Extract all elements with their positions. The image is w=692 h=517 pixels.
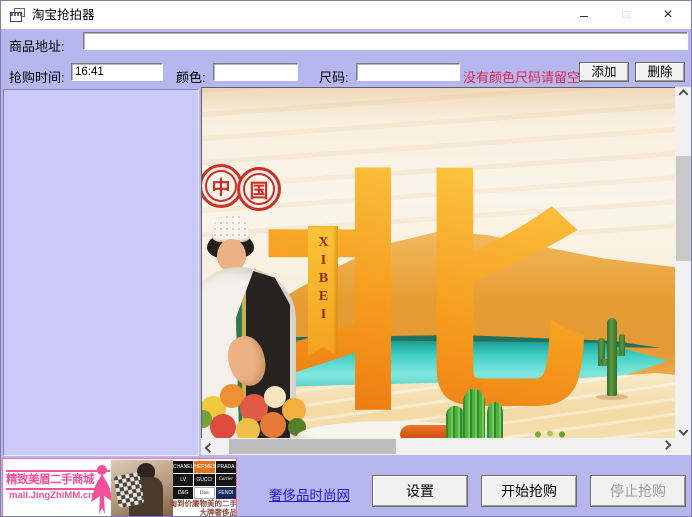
scroll-down-arrow[interactable]: [675, 421, 691, 438]
luxury-site-link[interactable]: 奢侈品时尚网: [269, 484, 350, 504]
scroll-left-arrow[interactable]: [201, 438, 218, 455]
product-address-label: 商品地址:: [9, 39, 65, 54]
scroll-up-arrow[interactable]: [675, 87, 691, 104]
purchase-time-label: 抢购时间:: [9, 70, 65, 85]
brand-logo: FENDI: [215, 487, 236, 499]
brand-logo: D&G: [173, 487, 194, 499]
flower-bouquet: [202, 376, 319, 438]
start-purchase-button[interactable]: 开始抢购: [481, 475, 577, 507]
app-window: 淘宝抢拍器 – □ × 商品地址: 抢购时间: 颜色: 尺码: 没有颜色尺码请留…: [0, 0, 692, 517]
brand-logo: CHANEL: [173, 461, 194, 473]
title-bar: 淘宝抢拍器 – □ ×: [1, 1, 691, 29]
vertical-scroll-thumb[interactable]: [676, 156, 691, 261]
window-controls: – □ ×: [563, 1, 689, 29]
brand-logos-grid: CHANEL HERMES PRADA LV GUCCI Cartier D&G…: [173, 461, 236, 499]
empty-hint-text: 没有颜色尺码请留空: [463, 70, 581, 85]
app-window-icon: [10, 8, 26, 22]
maximize-button: □: [622, 9, 630, 21]
product-address-input[interactable]: [83, 32, 688, 50]
size-label: 尺码:: [319, 70, 349, 85]
brand-logo: Cartier: [215, 474, 236, 486]
ad-banner-caption: 淘到价廉物美的二手 大牌奢侈品: [169, 499, 237, 517]
brand-logo: Dior: [194, 487, 215, 499]
scrollbar-corner: [675, 438, 691, 455]
brand-logo: GUCCI: [194, 474, 215, 486]
horizontal-scrollbar: [201, 438, 675, 455]
delete-button[interactable]: 删除: [635, 62, 685, 82]
stamp-guo: 国: [237, 167, 281, 211]
tall-cactus: [596, 318, 628, 400]
settings-button[interactable]: 设置: [372, 475, 468, 507]
stop-purchase-button: 停止抢购: [590, 475, 686, 507]
size-input[interactable]: [356, 63, 460, 81]
task-listbox[interactable]: [3, 89, 199, 456]
brand-logo: HERMES: [194, 461, 215, 473]
product-image-preview: 北 XIBEI 中 国: [201, 87, 675, 438]
scroll-right-arrow[interactable]: [658, 438, 675, 455]
desert-grass: [530, 429, 570, 438]
purchase-time-input[interactable]: [71, 63, 163, 81]
color-input[interactable]: [213, 63, 298, 81]
add-button[interactable]: 添加: [579, 62, 629, 82]
color-label: 颜色:: [176, 70, 206, 85]
horizontal-scroll-thumb[interactable]: [229, 439, 396, 454]
small-cacti-cluster: [446, 384, 506, 438]
xibei-ribbon: XIBEI: [308, 226, 338, 356]
vertical-scrollbar: [675, 87, 691, 438]
window-title: 淘宝抢拍器: [32, 8, 95, 22]
brand-logo: LV: [173, 474, 194, 486]
close-button[interactable]: ×: [647, 1, 689, 29]
ad-banner[interactable]: 精致美眉二手商城 mall.JingZhiMM.cn CHANEL HERMES…: [2, 458, 237, 517]
brand-logo: PRADA: [215, 461, 236, 473]
xibei-ribbon-text: XIBEI: [316, 235, 331, 325]
minimize-button[interactable]: –: [563, 1, 605, 29]
